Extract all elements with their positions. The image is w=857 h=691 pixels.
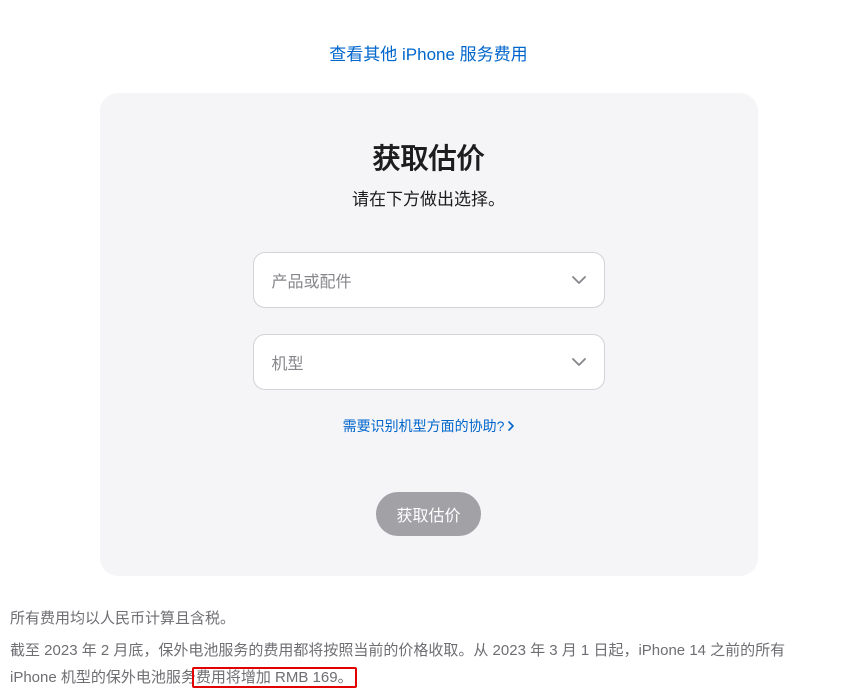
identify-model-help-link[interactable]: 需要识别机型方面的协助?: [140, 416, 718, 436]
footer-line-1: 所有费用均以人民币计算且含税。: [10, 606, 830, 632]
view-other-services-link[interactable]: 查看其他 iPhone 服务费用: [0, 40, 857, 65]
card-title: 获取估价: [140, 137, 718, 177]
estimate-card: 获取估价 请在下方做出选择。 产品或配件 机型 需要识别机型方面的协助? 获取估…: [100, 93, 758, 576]
help-link-text: 需要识别机型方面的协助?: [343, 416, 505, 436]
footer-disclaimer: 所有费用均以人民币计算且含税。 截至 2023 年 2 月底，保外电池服务的费用…: [10, 606, 830, 691]
card-subtitle: 请在下方做出选择。: [140, 185, 718, 210]
chevron-down-icon: [572, 358, 586, 366]
chevron-down-icon: [572, 276, 586, 284]
model-select[interactable]: 机型: [253, 334, 605, 390]
product-select-placeholder: 产品或配件: [272, 268, 352, 292]
product-select[interactable]: 产品或配件: [253, 252, 605, 308]
get-estimate-button[interactable]: 获取估价: [376, 492, 480, 536]
chevron-right-icon: [508, 421, 514, 431]
footer-line-2: 截至 2023 年 2 月底，保外电池服务的费用都将按照当前的价格收取。从 20…: [10, 638, 830, 691]
model-select-placeholder: 机型: [272, 350, 304, 374]
